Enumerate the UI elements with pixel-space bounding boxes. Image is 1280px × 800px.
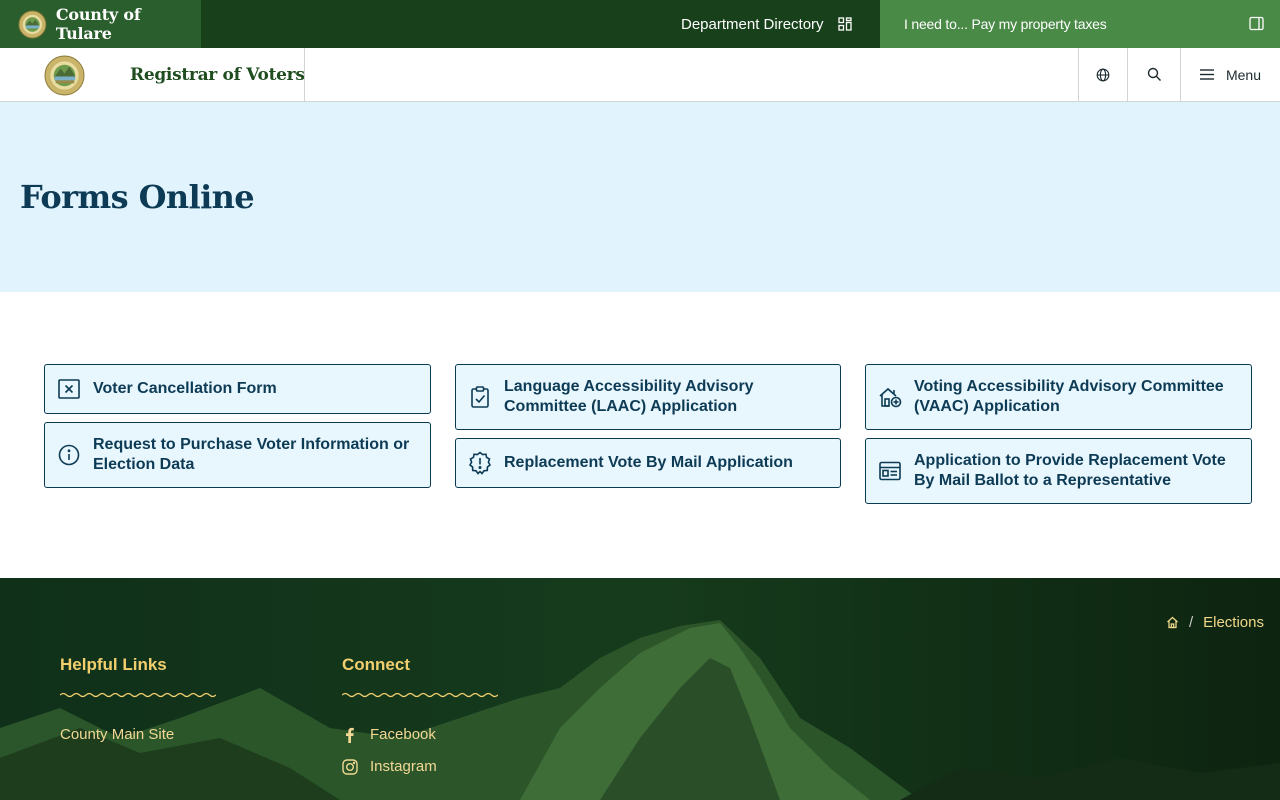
instagram-icon bbox=[342, 758, 358, 775]
form-link-replacement-vbm[interactable]: Replacement Vote By Mail Application bbox=[455, 438, 841, 488]
i-need-to-button[interactable]: I need to... Pay my property taxes bbox=[880, 0, 1280, 48]
form-link-label: Language Accessibility Advisory Committe… bbox=[504, 378, 754, 415]
grid-icon bbox=[837, 17, 852, 31]
form-link-vaac-application[interactable]: Voting Accessibility Advisory Committee … bbox=[865, 364, 1252, 430]
department-directory-button[interactable]: Department Directory bbox=[681, 0, 852, 48]
page-title: Forms Online bbox=[20, 178, 255, 216]
menu-button[interactable]: Menu bbox=[1181, 48, 1280, 101]
form-link-purchase-voter-info[interactable]: Request to Purchase Voter Information or… bbox=[44, 422, 431, 488]
alert-badge-icon bbox=[468, 451, 492, 475]
mountain-background-image bbox=[0, 578, 1280, 800]
top-bar: County of Tulare Department Directory I … bbox=[0, 0, 1280, 48]
department-title[interactable]: Registrar of Voters bbox=[130, 48, 305, 102]
department-header: Registrar of Voters Menu bbox=[0, 48, 1280, 102]
department-seal-logo[interactable] bbox=[44, 55, 85, 96]
county-seal-logo bbox=[18, 10, 47, 38]
home-icon[interactable] bbox=[1166, 616, 1179, 629]
page-hero: Forms Online bbox=[0, 102, 1280, 292]
search-button[interactable] bbox=[1128, 48, 1180, 101]
form-link-voter-cancellation[interactable]: Voter Cancellation Form bbox=[44, 364, 431, 414]
form-link-label: Replacement Vote By Mail Application bbox=[504, 454, 793, 471]
facebook-icon bbox=[346, 727, 354, 743]
home-accessible-icon bbox=[878, 385, 902, 409]
site-name: County of Tulare bbox=[55, 5, 141, 43]
ballot-card-icon bbox=[878, 459, 902, 483]
county-brand-link[interactable]: County of Tulare bbox=[0, 0, 201, 48]
side-panel-icon bbox=[1249, 16, 1264, 31]
department-directory-label: Department Directory bbox=[681, 15, 824, 33]
footer-link-county-main-site[interactable]: County Main Site bbox=[60, 726, 174, 743]
form-link-label: Request to Purchase Voter Information or… bbox=[93, 436, 410, 473]
form-link-label: Application to Provide Replacement Vote … bbox=[914, 452, 1226, 489]
footer-link-facebook[interactable]: Facebook bbox=[342, 726, 436, 743]
info-circle-icon bbox=[57, 443, 81, 467]
clipboard-check-icon bbox=[468, 385, 492, 409]
hamburger-icon bbox=[1199, 69, 1214, 80]
i-need-to-label: I need to... Pay my property taxes bbox=[904, 16, 1107, 32]
connect-heading: Connect bbox=[342, 655, 410, 674]
x-square-icon bbox=[57, 377, 81, 401]
language-button[interactable] bbox=[1079, 48, 1127, 101]
wavy-divider bbox=[60, 692, 216, 698]
facebook-label: Facebook bbox=[370, 726, 436, 743]
globe-icon bbox=[1096, 68, 1110, 81]
form-link-label: Voter Cancellation Form bbox=[93, 380, 277, 397]
menu-label: Menu bbox=[1225, 66, 1262, 83]
breadcrumb-current[interactable]: Elections bbox=[1203, 614, 1264, 631]
form-link-laac-application[interactable]: Language Accessibility Advisory Committe… bbox=[455, 364, 841, 430]
instagram-label: Instagram bbox=[370, 758, 437, 775]
helpful-links-heading: Helpful Links bbox=[60, 655, 167, 674]
footer-link-instagram[interactable]: Instagram bbox=[342, 758, 437, 775]
form-link-label: Voting Accessibility Advisory Committee … bbox=[914, 378, 1224, 415]
wavy-divider bbox=[342, 692, 498, 698]
search-icon bbox=[1147, 67, 1161, 81]
site-footer: / Elections Helpful Links County Main Si… bbox=[0, 578, 1280, 800]
breadcrumb: / Elections bbox=[1166, 614, 1264, 631]
divider bbox=[304, 48, 305, 101]
breadcrumb-separator: / bbox=[1188, 614, 1194, 631]
form-link-replacement-ballot-representative[interactable]: Application to Provide Replacement Vote … bbox=[865, 438, 1252, 504]
